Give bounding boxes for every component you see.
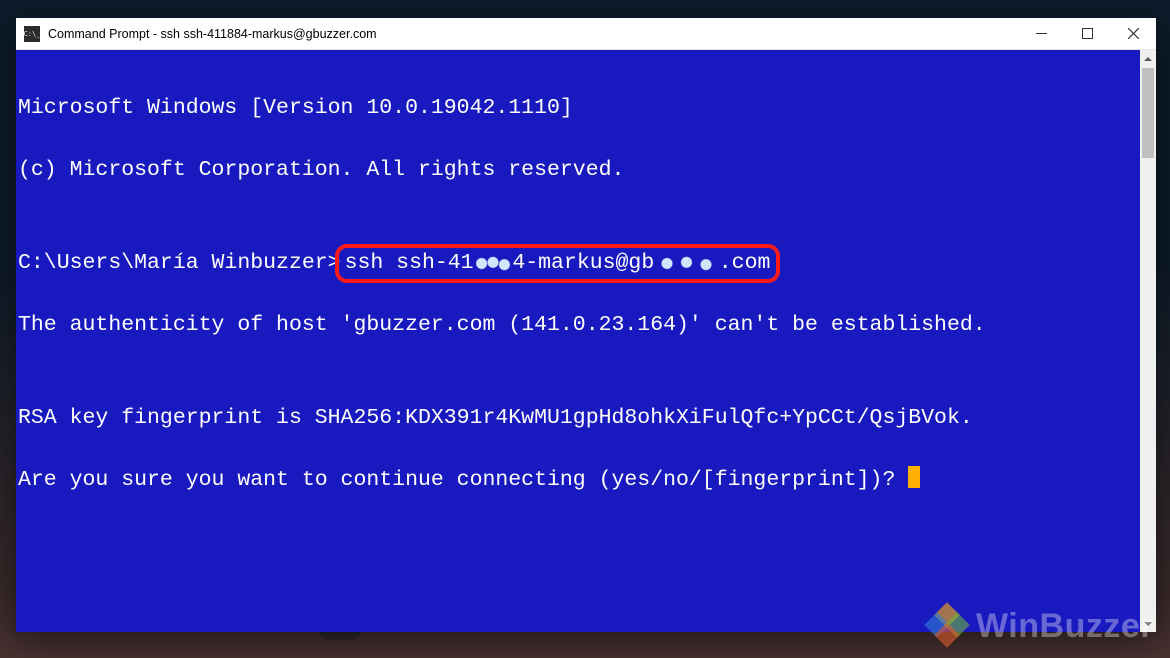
obscured-text: 188 — [474, 248, 513, 279]
highlighted-command: ssh ssh-411884-markus@gbuzzer.com — [335, 244, 781, 283]
terminal-line: The authenticity of host 'gbuzzer.com (1… — [18, 310, 1138, 341]
close-icon — [1128, 28, 1139, 39]
cmd-icon — [24, 26, 40, 42]
cmd-text: 4-markus@gb — [512, 251, 654, 275]
chevron-up-icon — [1144, 55, 1152, 63]
maximize-icon — [1082, 28, 1093, 39]
command-prompt-window: Command Prompt - ssh ssh-411884-markus@g… — [16, 18, 1156, 632]
terminal-line: Microsoft Windows [Version 10.0.19042.11… — [18, 93, 1138, 124]
terminal-question: Are you sure you want to continue connec… — [18, 468, 908, 492]
terminal-prompt: C:\Users\María Winbuzzer> — [18, 251, 341, 275]
terminal-client-area[interactable]: Microsoft Windows [Version 10.0.19042.11… — [16, 50, 1156, 632]
terminal-line-input: Are you sure you want to continue connec… — [18, 465, 1138, 496]
window-controls — [1018, 18, 1156, 49]
vertical-scrollbar[interactable] — [1140, 50, 1156, 632]
close-button[interactable] — [1110, 18, 1156, 49]
desktop-background: Command Prompt - ssh ssh-411884-markus@g… — [0, 0, 1170, 658]
watermark-logo-icon — [928, 606, 968, 646]
terminal-line: (c) Microsoft Corporation. All rights re… — [18, 155, 1138, 186]
obscured-text: uzzer — [654, 248, 719, 279]
terminal-output[interactable]: Microsoft Windows [Version 10.0.19042.11… — [16, 50, 1140, 632]
terminal-cursor — [908, 466, 920, 488]
window-title: Command Prompt - ssh ssh-411884-markus@g… — [48, 27, 1018, 41]
watermark: WinBuzzer — [928, 606, 1154, 646]
window-titlebar[interactable]: Command Prompt - ssh ssh-411884-markus@g… — [16, 18, 1156, 50]
cmd-text: ssh ssh-41 — [345, 251, 474, 275]
minimize-icon — [1036, 28, 1047, 39]
minimize-button[interactable] — [1018, 18, 1064, 49]
scroll-up-button[interactable] — [1140, 50, 1156, 67]
terminal-line: RSA key fingerprint is SHA256:KDX391r4Kw… — [18, 403, 1138, 434]
scrollbar-thumb[interactable] — [1142, 68, 1154, 158]
terminal-line-prompt: C:\Users\María Winbuzzer>ssh ssh-411884-… — [18, 248, 1138, 279]
cmd-text: .com — [719, 251, 771, 275]
maximize-button[interactable] — [1064, 18, 1110, 49]
watermark-text: WinBuzzer — [976, 607, 1154, 646]
